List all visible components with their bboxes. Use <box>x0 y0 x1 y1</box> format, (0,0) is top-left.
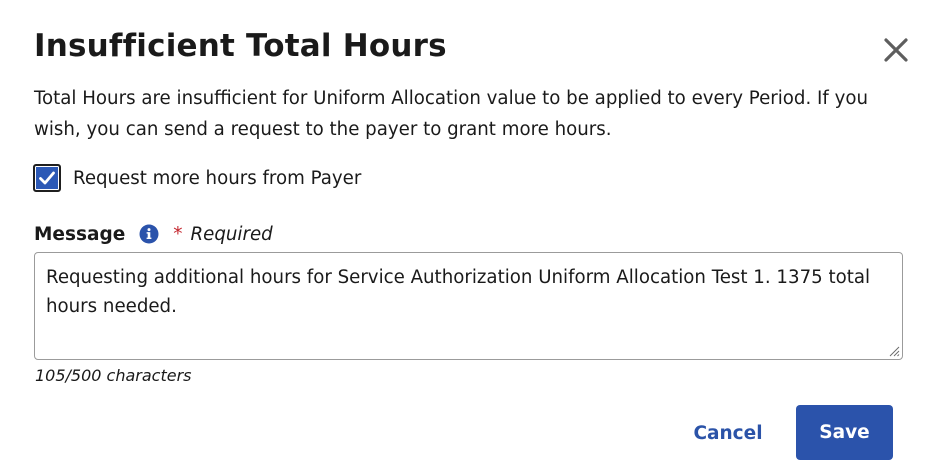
character-count: 105/500 characters <box>35 366 192 385</box>
request-hours-checkbox-label[interactable]: Request more hours from Payer <box>73 168 361 189</box>
resize-handle-icon[interactable] <box>888 345 900 357</box>
info-icon[interactable] <box>139 224 159 244</box>
dialog-title: Insufficient Total Hours <box>34 28 447 64</box>
dialog-description: Total Hours are insufficient for Uniform… <box>34 88 868 140</box>
save-button[interactable]: Save <box>796 405 893 460</box>
checkmark-icon <box>39 171 55 185</box>
required-text: Required <box>190 223 273 245</box>
message-textarea[interactable] <box>34 252 903 360</box>
required-asterisk: * <box>173 223 183 245</box>
close-icon <box>884 38 908 62</box>
request-hours-checkbox[interactable] <box>33 164 61 192</box>
request-hours-checkbox-row[interactable]: Request more hours from Payer <box>33 162 361 194</box>
close-button[interactable] <box>880 34 912 66</box>
message-label: Message <box>34 223 126 245</box>
cancel-button[interactable]: Cancel <box>680 412 776 454</box>
insufficient-hours-dialog: Insufficient Total Hours Total Hours are… <box>0 0 941 469</box>
message-label-row: Message * Required <box>34 220 273 248</box>
